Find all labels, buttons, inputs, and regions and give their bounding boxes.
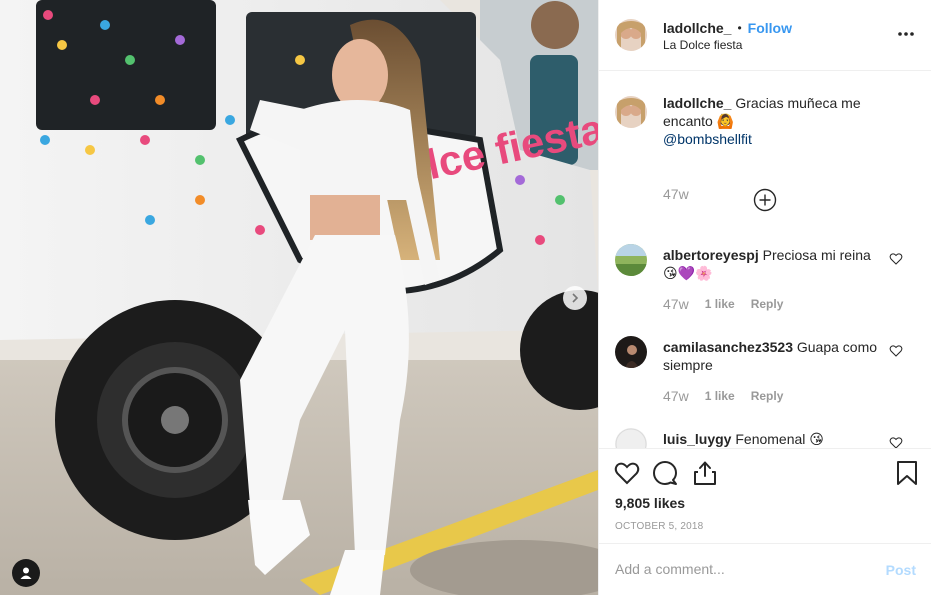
plus-circle-icon[interactable] — [753, 188, 777, 212]
location-link[interactable]: La Dolce fiesta — [663, 38, 742, 52]
avatar[interactable] — [615, 428, 647, 448]
header-username[interactable]: ladollche_ — [663, 20, 731, 36]
tagged-users-button[interactable] — [12, 559, 40, 587]
comment-emojis: 😘 — [809, 431, 824, 447]
caption-username[interactable]: ladollche_ — [663, 95, 731, 111]
post-photo[interactable]: dolce fiesta — [0, 0, 598, 595]
avatar[interactable] — [615, 19, 647, 51]
heart-icon[interactable] — [613, 459, 641, 487]
more-options-icon[interactable] — [896, 24, 916, 44]
comment-time[interactable]: 47w — [663, 388, 689, 404]
comment-likes[interactable]: 1 like — [705, 297, 735, 311]
chevron-right-icon — [572, 293, 579, 303]
comment-emojis: 😘💜🌸 — [663, 265, 713, 281]
reply-button[interactable]: Reply — [751, 297, 784, 311]
comment-text: Preciosa mi reina — [762, 247, 871, 263]
caption-time[interactable]: 47w — [663, 186, 689, 202]
comment-text: Fenomenal — [735, 431, 806, 447]
add-comment-bar: Post — [599, 543, 931, 595]
comment-icon[interactable] — [651, 459, 679, 487]
reply-button[interactable]: Reply — [751, 389, 784, 403]
likes-count[interactable]: 9,805 likes — [615, 495, 685, 511]
post-side-panel: ladollche_ • Follow La Dolce fiesta lado… — [598, 0, 931, 595]
bookmark-icon[interactable] — [893, 459, 921, 487]
post-comment-button[interactable]: Post — [886, 562, 916, 578]
photo-scene: dolce fiesta — [0, 0, 598, 595]
caption-mention[interactable]: @bombshellfit — [663, 131, 752, 147]
heart-icon[interactable] — [889, 436, 903, 448]
heart-icon[interactable] — [889, 252, 903, 266]
next-photo-button[interactable] — [563, 286, 587, 310]
share-icon[interactable] — [691, 459, 719, 487]
follow-button[interactable]: Follow — [748, 20, 792, 36]
avatar[interactable] — [615, 244, 647, 276]
user-tag-icon — [20, 567, 32, 579]
avatar[interactable] — [615, 96, 647, 128]
comment-username[interactable]: luis_luygy — [663, 431, 731, 447]
add-comment-input[interactable] — [615, 558, 865, 580]
post-actions: 9,805 likes OCTOBER 5, 2018 — [599, 448, 931, 543]
post-date[interactable]: OCTOBER 5, 2018 — [615, 521, 703, 532]
comment-likes[interactable]: 1 like — [705, 389, 735, 403]
avatar[interactable] — [615, 336, 647, 368]
post-header: ladollche_ • Follow La Dolce fiesta — [599, 0, 931, 71]
separator-dot: • — [737, 21, 742, 35]
comment-username[interactable]: albertoreyespj — [663, 247, 759, 263]
comment-username[interactable]: camilasanchez3523 — [663, 339, 793, 355]
comments-list[interactable]: ladollche_ Gracias muñeca me encanto 🙆 @… — [599, 72, 931, 448]
comment-time[interactable]: 47w — [663, 296, 689, 312]
heart-icon[interactable] — [889, 344, 903, 358]
